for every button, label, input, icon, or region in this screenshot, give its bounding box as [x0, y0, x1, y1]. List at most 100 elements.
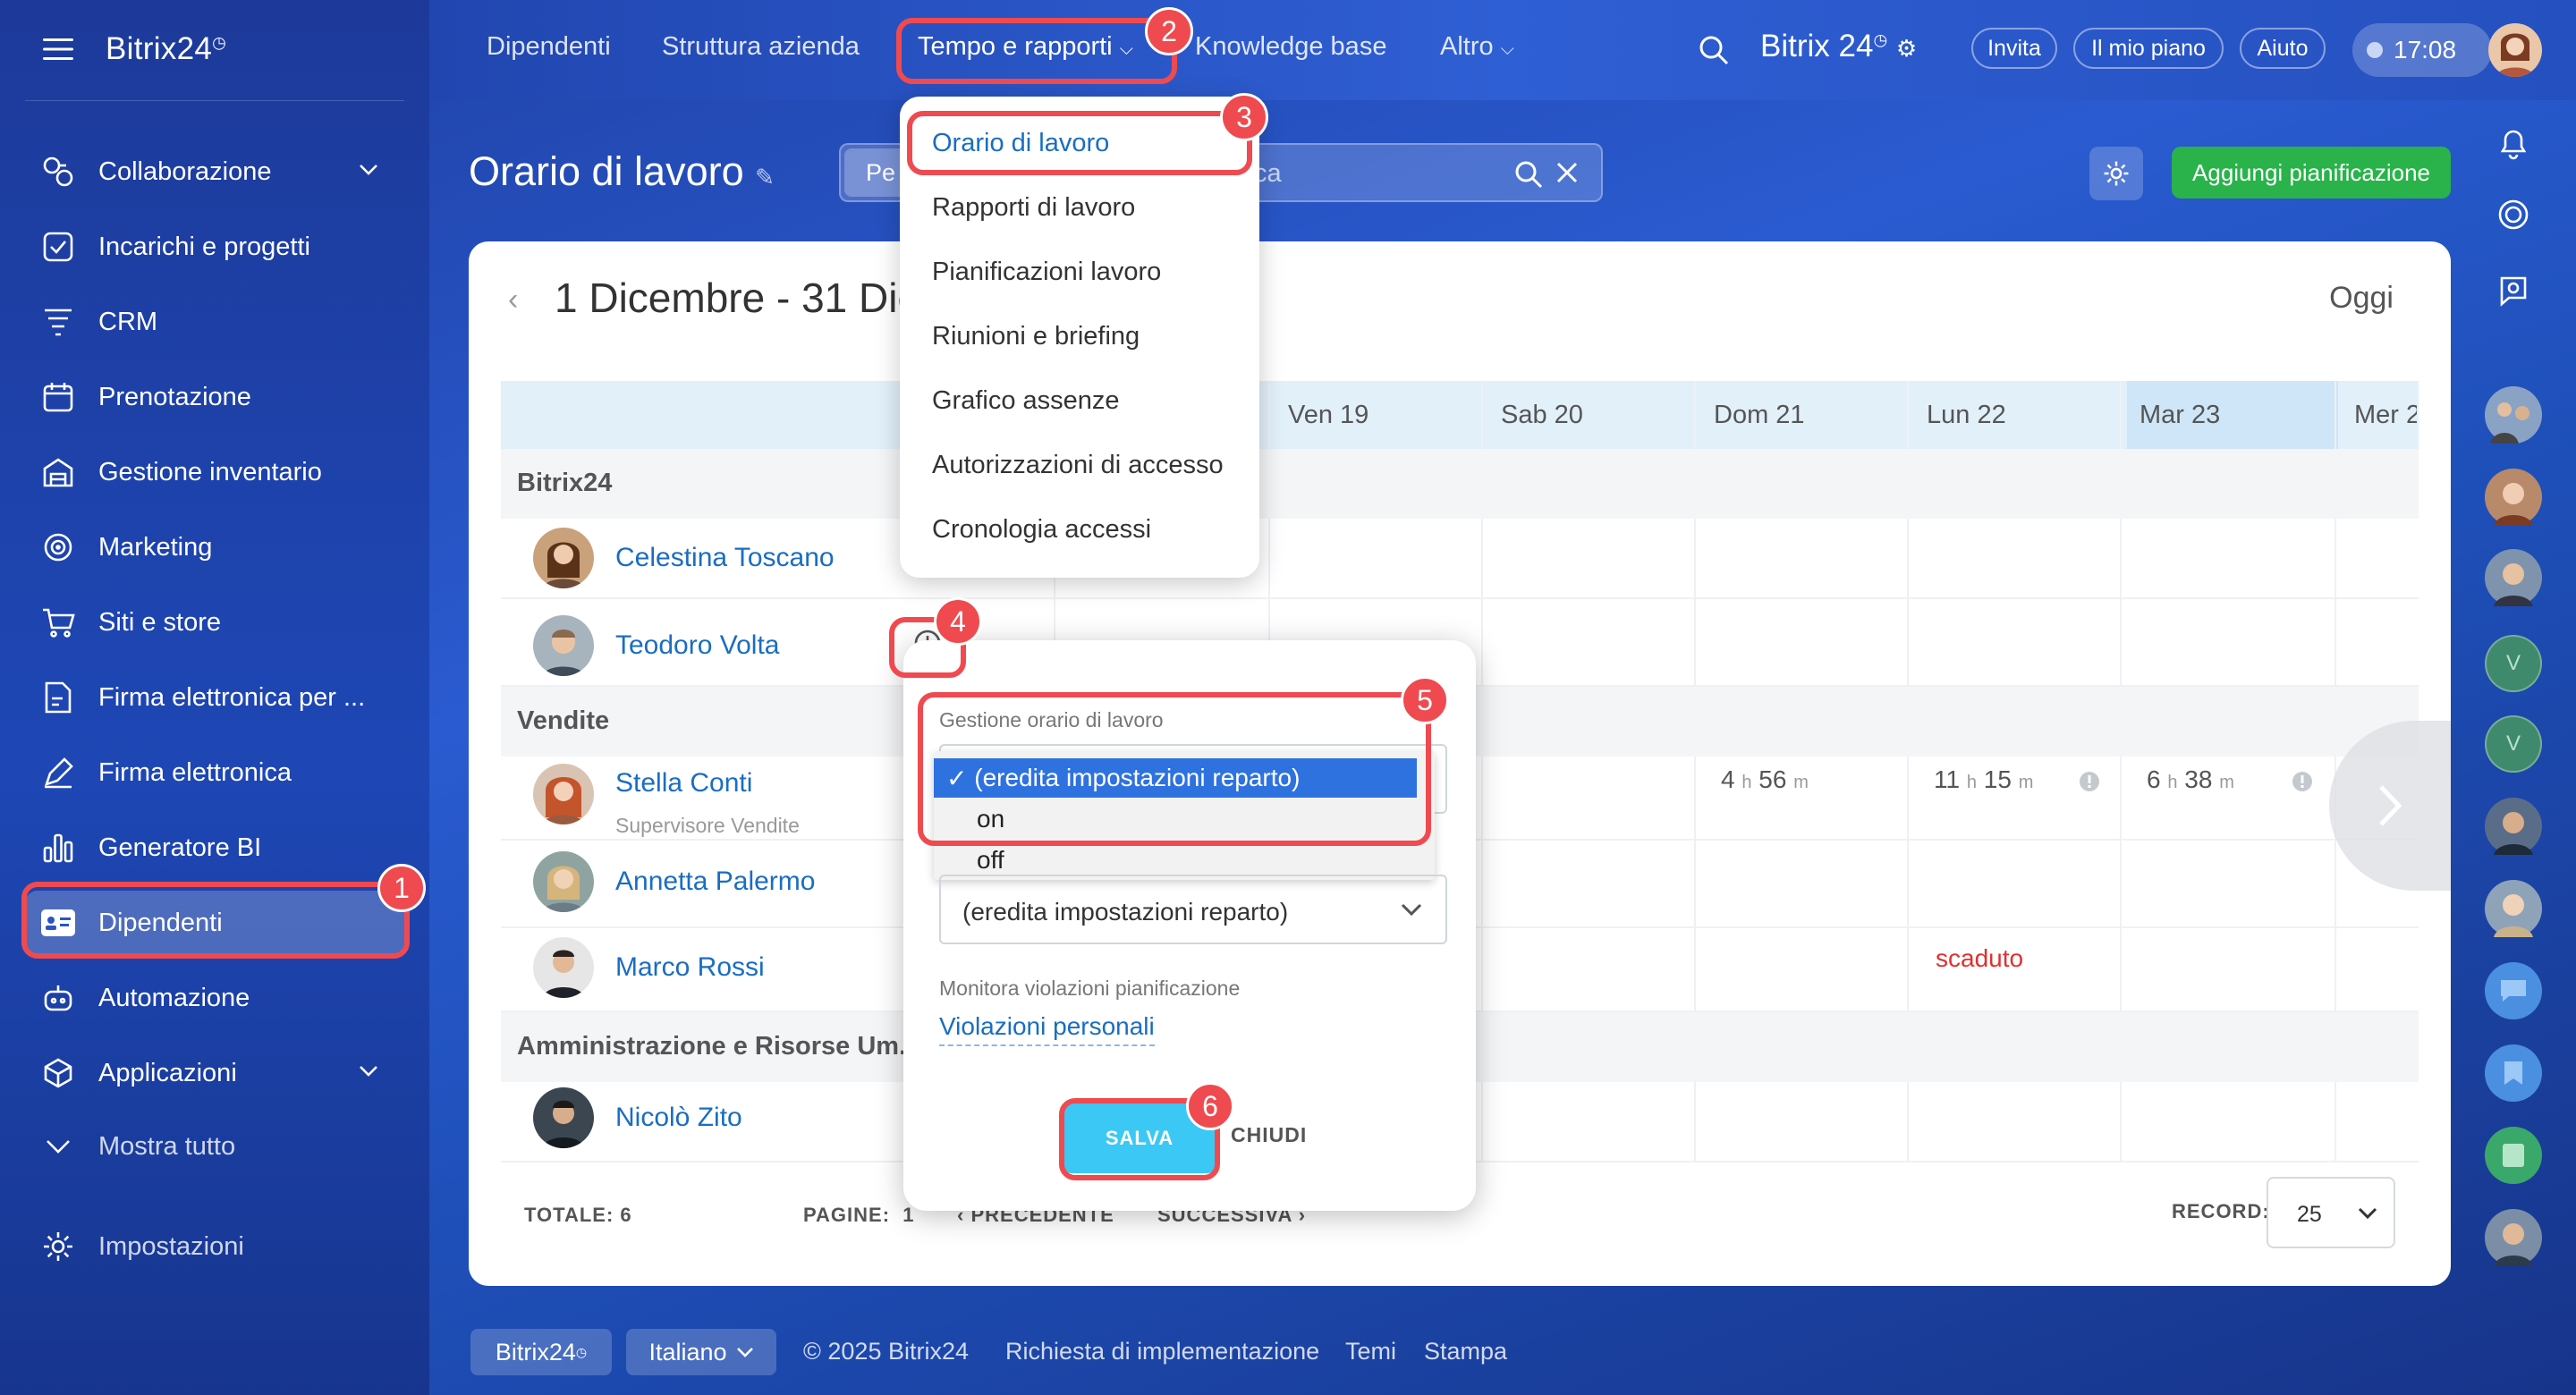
employee-row[interactable]: Annetta Palermo [533, 851, 815, 912]
employee-name[interactable]: Celestina Toscano [615, 543, 835, 573]
contact-avatar[interactable] [2485, 386, 2542, 444]
chat-icon[interactable] [2485, 962, 2542, 1019]
worked-time-cell[interactable]: 4 h 56 m [1721, 765, 1809, 794]
employee-name[interactable]: Marco Rossi [615, 952, 765, 983]
gear-icon [39, 1228, 77, 1265]
notifications-bell-icon[interactable] [2485, 114, 2542, 172]
warning-icon[interactable] [2292, 771, 2313, 792]
contact-avatar[interactable] [2485, 798, 2542, 855]
chevron-down-icon[interactable] [358, 1064, 379, 1078]
annotation-badge: 1 [377, 864, 426, 912]
sliders-icon: ⚙ [1895, 35, 1918, 62]
employee-name[interactable]: Nicolò Zito [615, 1103, 742, 1133]
employee-row[interactable]: Celestina Toscano [533, 528, 835, 588]
contact-avatar-v[interactable]: V [2485, 635, 2542, 692]
personal-violations-link[interactable]: Violazioni personali [939, 1012, 1155, 1046]
footer-logo[interactable]: Bitrix24 ◷ [470, 1329, 612, 1375]
user-avatar[interactable] [2488, 23, 2542, 77]
sidebar-item-inventario[interactable]: Gestione inventario [25, 440, 404, 504]
search-icon[interactable] [1698, 34, 1730, 66]
topnav-altro[interactable]: Altro ⌵ [1440, 32, 1514, 62]
topnav-dipendenti[interactable]: Dipendenti [487, 32, 611, 62]
day-header: Mer 2 [2354, 401, 2417, 429]
topnav-struttura-azienda[interactable]: Struttura azienda [662, 32, 860, 62]
avatar [533, 615, 594, 676]
bookmark-icon[interactable] [2485, 1044, 2542, 1102]
hamburger-menu-icon[interactable] [43, 38, 73, 61]
chevron-right-icon [2377, 783, 2402, 828]
pen-icon [39, 754, 77, 791]
contact-avatar[interactable] [2485, 549, 2542, 606]
employee-name[interactable]: Annetta Palermo [615, 867, 815, 897]
employee-name[interactable]: Stella Conti [615, 768, 752, 799]
chevron-left-icon[interactable]: ‹ [508, 283, 518, 317]
sidebar-item-firma[interactable]: Firma elettronica [25, 740, 404, 805]
employee-row[interactable]: Nicolò Zito [533, 1087, 742, 1148]
pulse-icon[interactable] [2485, 186, 2542, 243]
sidebar-item-label: Firma elettronica [98, 757, 292, 787]
sidebar-item-crm[interactable]: CRM [25, 290, 404, 354]
contact-avatar[interactable] [2485, 880, 2542, 937]
sidebar-item-applicazioni[interactable]: Applicazioni [25, 1041, 404, 1105]
period-title: 1 Dicembre - 31 Dic [555, 275, 919, 321]
sidebar-item-marketing[interactable]: Marketing [25, 515, 404, 579]
menu-item-riunioni-briefing[interactable]: Riunioni e briefing [932, 322, 1140, 351]
avatar [533, 764, 594, 824]
clear-icon[interactable] [1555, 160, 1580, 185]
menu-item-cronologia-accessi[interactable]: Cronologia accessi [932, 515, 1151, 545]
employee-row[interactable]: Teodoro Volta [533, 615, 779, 676]
help-button[interactable]: Aiuto [2240, 28, 2326, 69]
option-label: off [977, 846, 1004, 874]
sidebar-item-incarichi[interactable]: Incarichi e progetti [25, 215, 404, 279]
menu-item-pianificazioni-lavoro[interactable]: Pianificazioni lavoro [932, 258, 1161, 287]
sidebar-item-collaborazione[interactable]: Collaborazione [25, 140, 404, 204]
menu-item-grafico-assenze[interactable]: Grafico assenze [932, 386, 1120, 416]
pin-icon[interactable]: ✎ [755, 164, 775, 190]
clock-widget[interactable]: 17:08 [2352, 23, 2492, 77]
close-button[interactable]: CHIUDI [1231, 1123, 1307, 1147]
sidebar-item-mostra-tutto[interactable]: Mostra tutto [25, 1114, 404, 1179]
sidebar-item-automazione[interactable]: Automazione [25, 966, 404, 1030]
invite-button[interactable]: Invita [1971, 28, 2057, 69]
worked-time-cell[interactable]: 6 h 38 m [2147, 765, 2234, 794]
contact-avatar[interactable] [2485, 1209, 2542, 1266]
avatar [533, 851, 594, 912]
add-schedule-button[interactable]: Aggiungi pianificazione [2172, 147, 2451, 199]
records-per-page-select[interactable]: 25 [2267, 1177, 2395, 1248]
employee-row[interactable]: Marco Rossi [533, 937, 765, 998]
print-link[interactable]: Stampa [1424, 1338, 1507, 1365]
sidebar-item-firma-per[interactable]: Firma elettronica per ... [25, 665, 404, 730]
language-selector[interactable]: Italiano [626, 1329, 776, 1375]
my-plan-button[interactable]: Il mio piano [2073, 28, 2224, 69]
second-settings-select[interactable]: (eredita impostazioni reparto) [939, 875, 1447, 944]
menu-item-autorizzazioni-accesso[interactable]: Autorizzazioni di accesso [932, 451, 1224, 480]
bitrix-logo[interactable]: Bitrix24◷ [106, 31, 226, 67]
record-label: RECORD: [2172, 1200, 2270, 1222]
today-button[interactable]: Oggi [2329, 281, 2394, 316]
sidebar-item-prenotazione[interactable]: Prenotazione [25, 365, 404, 429]
themes-link[interactable]: Temi [1345, 1338, 1396, 1365]
sidebar-item-bi[interactable]: Generatore BI [25, 816, 404, 880]
settings-gear-button[interactable] [2089, 147, 2143, 200]
notes-icon[interactable] [2485, 1127, 2542, 1184]
employee-name[interactable]: Teodoro Volta [615, 630, 779, 661]
contact-avatar[interactable] [2485, 469, 2542, 526]
sidebar: Bitrix24◷ Collaborazione Incarichi e pro… [0, 0, 429, 1395]
menu-item-rapporti-di-lavoro[interactable]: Rapporti di lavoro [932, 193, 1135, 223]
employee-role: Supervisore Vendite [615, 814, 800, 837]
brand-title[interactable]: Bitrix 24◷ ⚙ [1760, 29, 1917, 64]
sidebar-item-label: Generatore BI [98, 833, 262, 862]
topnav-knowledge-base[interactable]: Knowledge base [1195, 32, 1386, 62]
worked-time-cell[interactable]: 11 h 15 m [1934, 765, 2033, 794]
warning-icon[interactable] [2079, 771, 2100, 792]
chevron-down-icon[interactable] [358, 163, 379, 177]
annotation-badge: 6 [1186, 1082, 1234, 1130]
sidebar-item-impostazioni[interactable]: Impostazioni [25, 1214, 404, 1279]
implementation-request-link[interactable]: Richiesta di implementazione [1005, 1338, 1319, 1365]
sidebar-item-siti[interactable]: Siti e store [25, 590, 404, 655]
employee-row[interactable]: Stella Conti Supervisore Vendite [533, 764, 800, 837]
sidebar-item-label: Collaborazione [98, 156, 272, 186]
contact-avatar-v[interactable]: V [2485, 715, 2542, 773]
search-icon[interactable] [1513, 159, 1544, 190]
chat-search-icon[interactable] [2485, 263, 2542, 320]
